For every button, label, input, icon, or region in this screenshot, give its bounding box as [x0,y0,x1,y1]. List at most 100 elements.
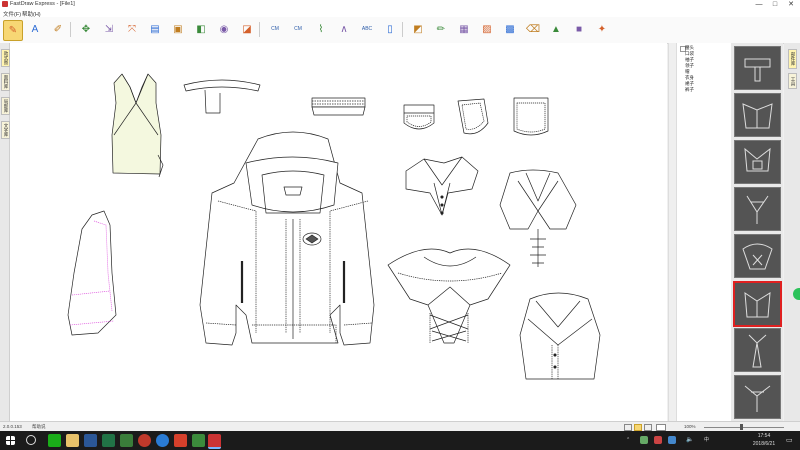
tab-fabrics[interactable]: 面料库 [1,73,10,91]
cuff-sketch[interactable] [311,97,366,116]
start-button[interactable] [6,436,15,445]
tray-security-icon[interactable] [654,436,662,444]
toolbar-separator [70,22,71,37]
maximize-button[interactable]: □ [768,0,782,9]
volume-icon[interactable]: 🔈 [686,436,693,443]
move-tool-icon: ✥ [81,23,91,35]
move-tool-button[interactable]: ✥ [77,20,95,39]
canvas-scrollbar[interactable] [668,43,676,421]
toolbar-separator [402,22,403,37]
page-tool-button[interactable]: ▯ [381,20,399,39]
status-coords: 2.0.0.153 [3,424,22,429]
angle-tool-button[interactable]: ∧ [335,20,353,39]
node-tool-button[interactable]: ⌇ [312,20,330,39]
fastdraw-taskbar-icon[interactable] [208,434,221,449]
notification-icon[interactable]: ▭ [786,436,793,444]
app-icon [2,1,8,7]
template-tool-button[interactable]: ▣ [169,20,187,39]
side-expand-handle[interactable] [793,288,800,300]
frame-tool-button[interactable]: ▦ [455,20,473,39]
part-thumbnail[interactable] [734,375,781,419]
export-tool-button[interactable]: ◪ [238,20,256,39]
tab-styles[interactable]: 款式图 [1,49,10,67]
drawing-canvas[interactable] [10,43,667,421]
app-red-icon[interactable] [174,434,187,447]
word-icon[interactable] [84,434,97,447]
sleeve-sketch[interactable] [67,210,117,336]
zoom-out-button[interactable] [656,424,666,431]
collared-shirt-sketch[interactable] [519,292,601,380]
search-icon[interactable] [26,435,36,445]
scale-tool-button[interactable]: ⇲ [100,20,118,39]
chrome-icon[interactable] [138,434,151,447]
zoom-slider-thumb[interactable] [740,424,743,430]
ime-icon[interactable]: 中 [704,436,709,443]
eraser-tool-button[interactable]: ⌫ [524,20,542,39]
tray-network-icon[interactable] [668,436,676,444]
part-thumbnail[interactable] [734,234,781,278]
excel-icon[interactable] [102,434,115,447]
part-thumbnail[interactable] [734,187,781,231]
close-button[interactable]: ✕ [784,0,798,9]
minimize-button[interactable]: — [752,0,766,9]
transform-tool-icon: ⤧ [128,23,136,35]
tree-item-trousers[interactable]: 裤子 [685,87,694,93]
part-thumbnail[interactable] [734,328,781,372]
mountain-tool-button[interactable]: ▲ [547,20,565,39]
part-thumbnail[interactable] [734,140,781,184]
group-tool-button[interactable]: ▩ [501,20,519,39]
text-tool-button[interactable]: A [26,20,44,39]
color-tool-button[interactable]: ■ [570,20,588,39]
clock-date[interactable]: 2018/6/21 [746,441,782,447]
wechat-icon[interactable] [48,434,61,447]
zoom-slider[interactable] [704,427,784,428]
pocket-sketch-3[interactable] [513,97,549,136]
clock-time[interactable]: 17:54 [752,433,776,439]
measure-tool-button[interactable]: CM [266,20,284,39]
view-page-icon[interactable] [624,424,632,431]
pocket-sketch-1[interactable] [403,104,435,130]
tab-components[interactable]: 部件库 [788,49,797,69]
layer-tool-button[interactable]: ◩ [409,20,427,39]
page-tool-icon: ▯ [387,23,393,35]
label-tool-button[interactable]: ABC [358,20,376,39]
pencil-tool-button[interactable]: ✎ [3,20,23,41]
measure-alt-tool-button[interactable]: CM [289,20,307,39]
part-thumbnail[interactable] [733,281,782,327]
layer-tool-icon: ◩ [413,23,423,35]
fill-tool-button[interactable]: ◧ [192,20,210,39]
wand-tool-button[interactable]: ✦ [593,20,611,39]
view-fit-icon[interactable] [644,424,652,431]
shape-tool-button[interactable]: ▤ [146,20,164,39]
view-normal-icon[interactable] [634,424,642,431]
tab-text[interactable]: 文字库 [1,121,10,139]
tray-app-icon[interactable] [640,436,648,444]
stitch-tool-button[interactable]: ◉ [215,20,233,39]
jacket-sketch[interactable] [199,131,375,346]
dress-sketch[interactable] [111,73,164,178]
lapel-collar-sketch[interactable] [499,169,577,267]
measure-alt-tool-icon: CM [294,26,302,32]
image-tool-button[interactable]: ▨ [478,20,496,39]
paint-tool-icon: ✐ [53,23,63,35]
shape-tool-icon: ▤ [150,23,160,35]
toolbar: ✎ A ✐ ✥ ⇲ ⤧ ▤ ▣ ◧ ◉ ◪ CM CM ⌇ ∧ ABC ▯ ◩ ✏ ▦ ▨ ▩ ⌫ ▲ ■ ✦ [0,17,800,44]
transform-tool-button[interactable]: ⤧ [123,20,141,39]
app-dark-icon[interactable] [192,434,205,447]
tab-tools[interactable]: 工具 [788,73,797,89]
folder-icon[interactable] [66,434,79,447]
brush-tool-button[interactable]: ✏ [432,20,450,39]
pocket-sketch-2[interactable] [457,98,489,135]
laced-collar-sketch[interactable] [387,248,511,344]
title-bar: FastDraw Express - [File1] — □ ✕ [0,0,800,9]
paint-tool-button[interactable]: ✐ [49,20,67,39]
waistband-sketch[interactable] [183,79,261,114]
tray-up-icon[interactable]: ⌃ [626,437,630,443]
shirt-collar-sketch[interactable] [405,156,479,216]
part-thumbnail[interactable] [734,93,781,137]
part-thumbnail[interactable] [734,46,781,90]
label-tool-icon: ABC [361,26,373,32]
tab-parts[interactable]: 局部库 [1,97,10,115]
app-green-icon[interactable] [120,434,133,447]
sogou-icon[interactable] [156,434,169,447]
